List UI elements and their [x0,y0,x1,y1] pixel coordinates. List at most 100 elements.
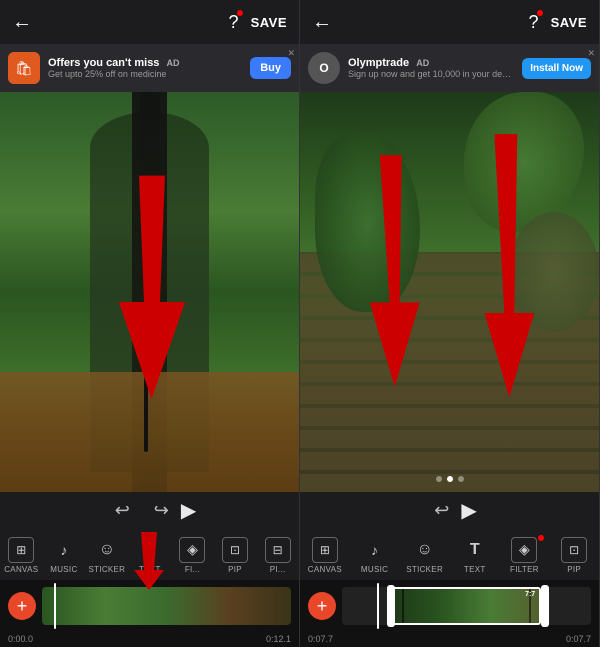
left-timeline-track[interactable] [42,587,291,625]
right-video-frame [300,92,599,492]
left-tool-canvas[interactable]: ⊞ CANVAS [3,537,39,574]
right-ad-title: Olymptrade AD [348,57,514,69]
dot-2 [447,476,453,482]
right-toolbar: ⊞ CANVAS ♪ MUSIC ☺ STICKER T TEXT ◈ FILT… [300,528,599,580]
right-filter-icon: ◈ [511,537,537,563]
left-ad-subtitle: Get upto 25% off on medicine [48,69,242,79]
left-tool-text[interactable]: T TEXT [132,537,168,574]
left-music-label: MUSIC [50,565,77,574]
right-ad-label: AD [416,58,429,68]
left-save-button[interactable]: SAVE [251,15,287,30]
left-undo-button[interactable]: ↩ [103,500,142,521]
right-panel: ← ? SAVE O Olymptrade AD Sign up now and… [300,0,600,647]
left-canvas-icon: ⊞ [8,537,34,563]
right-back-button[interactable]: ← [312,11,332,34]
right-ad-subtitle: Sign up now and get 10,000 in your demo … [348,69,514,79]
left-ad-banner[interactable]: 🛍 Offers you can't miss AD Get upto 25% … [0,44,299,92]
left-help-button[interactable]: ? [229,12,239,33]
right-timeline-clip[interactable]: 7:7 [392,587,541,625]
right-ad-cta-button[interactable]: Install Now [522,58,591,79]
left-help-dot [237,10,243,16]
right-tool-sticker[interactable]: ☺ STICKER [406,537,443,574]
left-text-icon: T [137,537,163,563]
right-tool-canvas[interactable]: ⊞ CANVAS [307,537,343,574]
right-clip-badge: 7:7 [525,591,535,598]
left-pip-icon: ⊡ [222,537,248,563]
left-controls: ↩ ↪ ▶ [0,492,299,528]
right-music-label: MUSIC [361,565,388,574]
left-video-frame [0,92,299,492]
right-canvas-label: CANVAS [308,565,342,574]
right-help-button[interactable]: ? [529,12,539,33]
right-tool-filter[interactable]: ◈ FILTER [506,537,542,574]
right-sticker-label: STICKER [406,565,443,574]
left-add-button[interactable]: + [8,592,36,620]
right-text-icon: T [462,537,488,563]
left-pip2-label: PI... [270,565,286,574]
right-ad-text: Olymptrade AD Sign up now and get 10,000… [348,57,514,79]
right-tool-text[interactable]: T TEXT [457,537,493,574]
left-tool-music[interactable]: ♪ MUSIC [46,537,82,574]
left-pip2-icon: ⊟ [265,537,291,563]
left-redo-button[interactable]: ↪ [142,500,181,521]
right-pip-label: PIP [567,565,581,574]
right-timeline: + 7:7 [300,580,599,632]
right-canvas-icon: ⊞ [312,537,338,563]
right-tool-music[interactable]: ♪ MUSIC [357,537,393,574]
right-tool-pip[interactable]: ⊡ PIP [556,537,592,574]
right-ad-banner[interactable]: O Olymptrade AD Sign up now and get 10,0… [300,44,599,92]
right-clip-handle-right[interactable] [541,585,549,627]
left-music-icon: ♪ [51,537,77,563]
right-ad-icon: O [308,52,340,84]
right-undo-button[interactable]: ↩ [422,500,461,521]
left-back-button[interactable]: ← [12,11,32,34]
right-sticker-icon: ☺ [412,537,438,563]
left-tool-filter[interactable]: ◈ FI... [174,537,210,574]
left-ad-cta-button[interactable]: Buy [250,57,291,79]
left-header: ← ? SAVE [0,0,299,44]
left-video-area [0,92,299,492]
right-timeline-track[interactable]: 7:7 [342,587,591,625]
right-music-icon: ♪ [362,537,388,563]
right-help-dot [537,10,543,16]
left-time-right: 0:12.1 [266,634,291,644]
left-ad-close-icon[interactable]: ✕ [287,48,295,59]
right-video-area [300,92,599,492]
right-pip-icon: ⊡ [561,537,587,563]
left-canvas-label: CANVAS [4,565,38,574]
dot-1 [436,476,442,482]
left-tool-sticker[interactable]: ☺ STICKER [88,537,125,574]
left-sticker-label: STICKER [88,565,125,574]
right-page-dots [436,476,464,482]
right-timeline-cursor [377,583,379,629]
left-text-label: TEXT [139,565,161,574]
right-play-button[interactable]: ▶ [461,498,476,523]
right-filter-label: FILTER [510,565,539,574]
left-filter-label: FI... [185,565,200,574]
right-clip-handle-left[interactable] [387,585,395,627]
right-save-button[interactable]: SAVE [551,15,587,30]
right-controls: ↩ ▶ [300,492,599,528]
dot-3 [458,476,464,482]
left-ad-text: Offers you can't miss AD Get upto 25% of… [48,57,242,79]
right-time-right: 0:07.7 [566,634,591,644]
left-tool-pip[interactable]: ⊡ PIP [217,537,253,574]
left-tool-pip2[interactable]: ⊟ PI... [260,537,296,574]
left-play-button[interactable]: ▶ [181,498,196,523]
left-timeline: + [0,580,299,632]
left-filter-icon: ◈ [179,537,205,563]
right-filter-dot [538,535,544,541]
left-ad-label: AD [167,58,180,68]
right-ad-close-icon[interactable]: ✕ [587,48,595,59]
left-pip-label: PIP [228,565,242,574]
left-ad-title: Offers you can't miss AD [48,57,242,69]
right-text-label: TEXT [464,565,486,574]
left-sticker-icon: ☺ [94,537,120,563]
left-timestamp-bar: 0:00.0 0:12.1 [0,632,299,647]
left-ad-icon: 🛍 [8,52,40,84]
right-time-left: 0:07.7 [308,634,333,644]
left-time-left: 0:00.0 [8,634,33,644]
right-timestamp-bar: 0:07.7 0:07.7 [300,632,599,647]
left-panel: ← ? SAVE 🛍 Offers you can't miss AD Get … [0,0,300,647]
right-add-button[interactable]: + [308,592,336,620]
